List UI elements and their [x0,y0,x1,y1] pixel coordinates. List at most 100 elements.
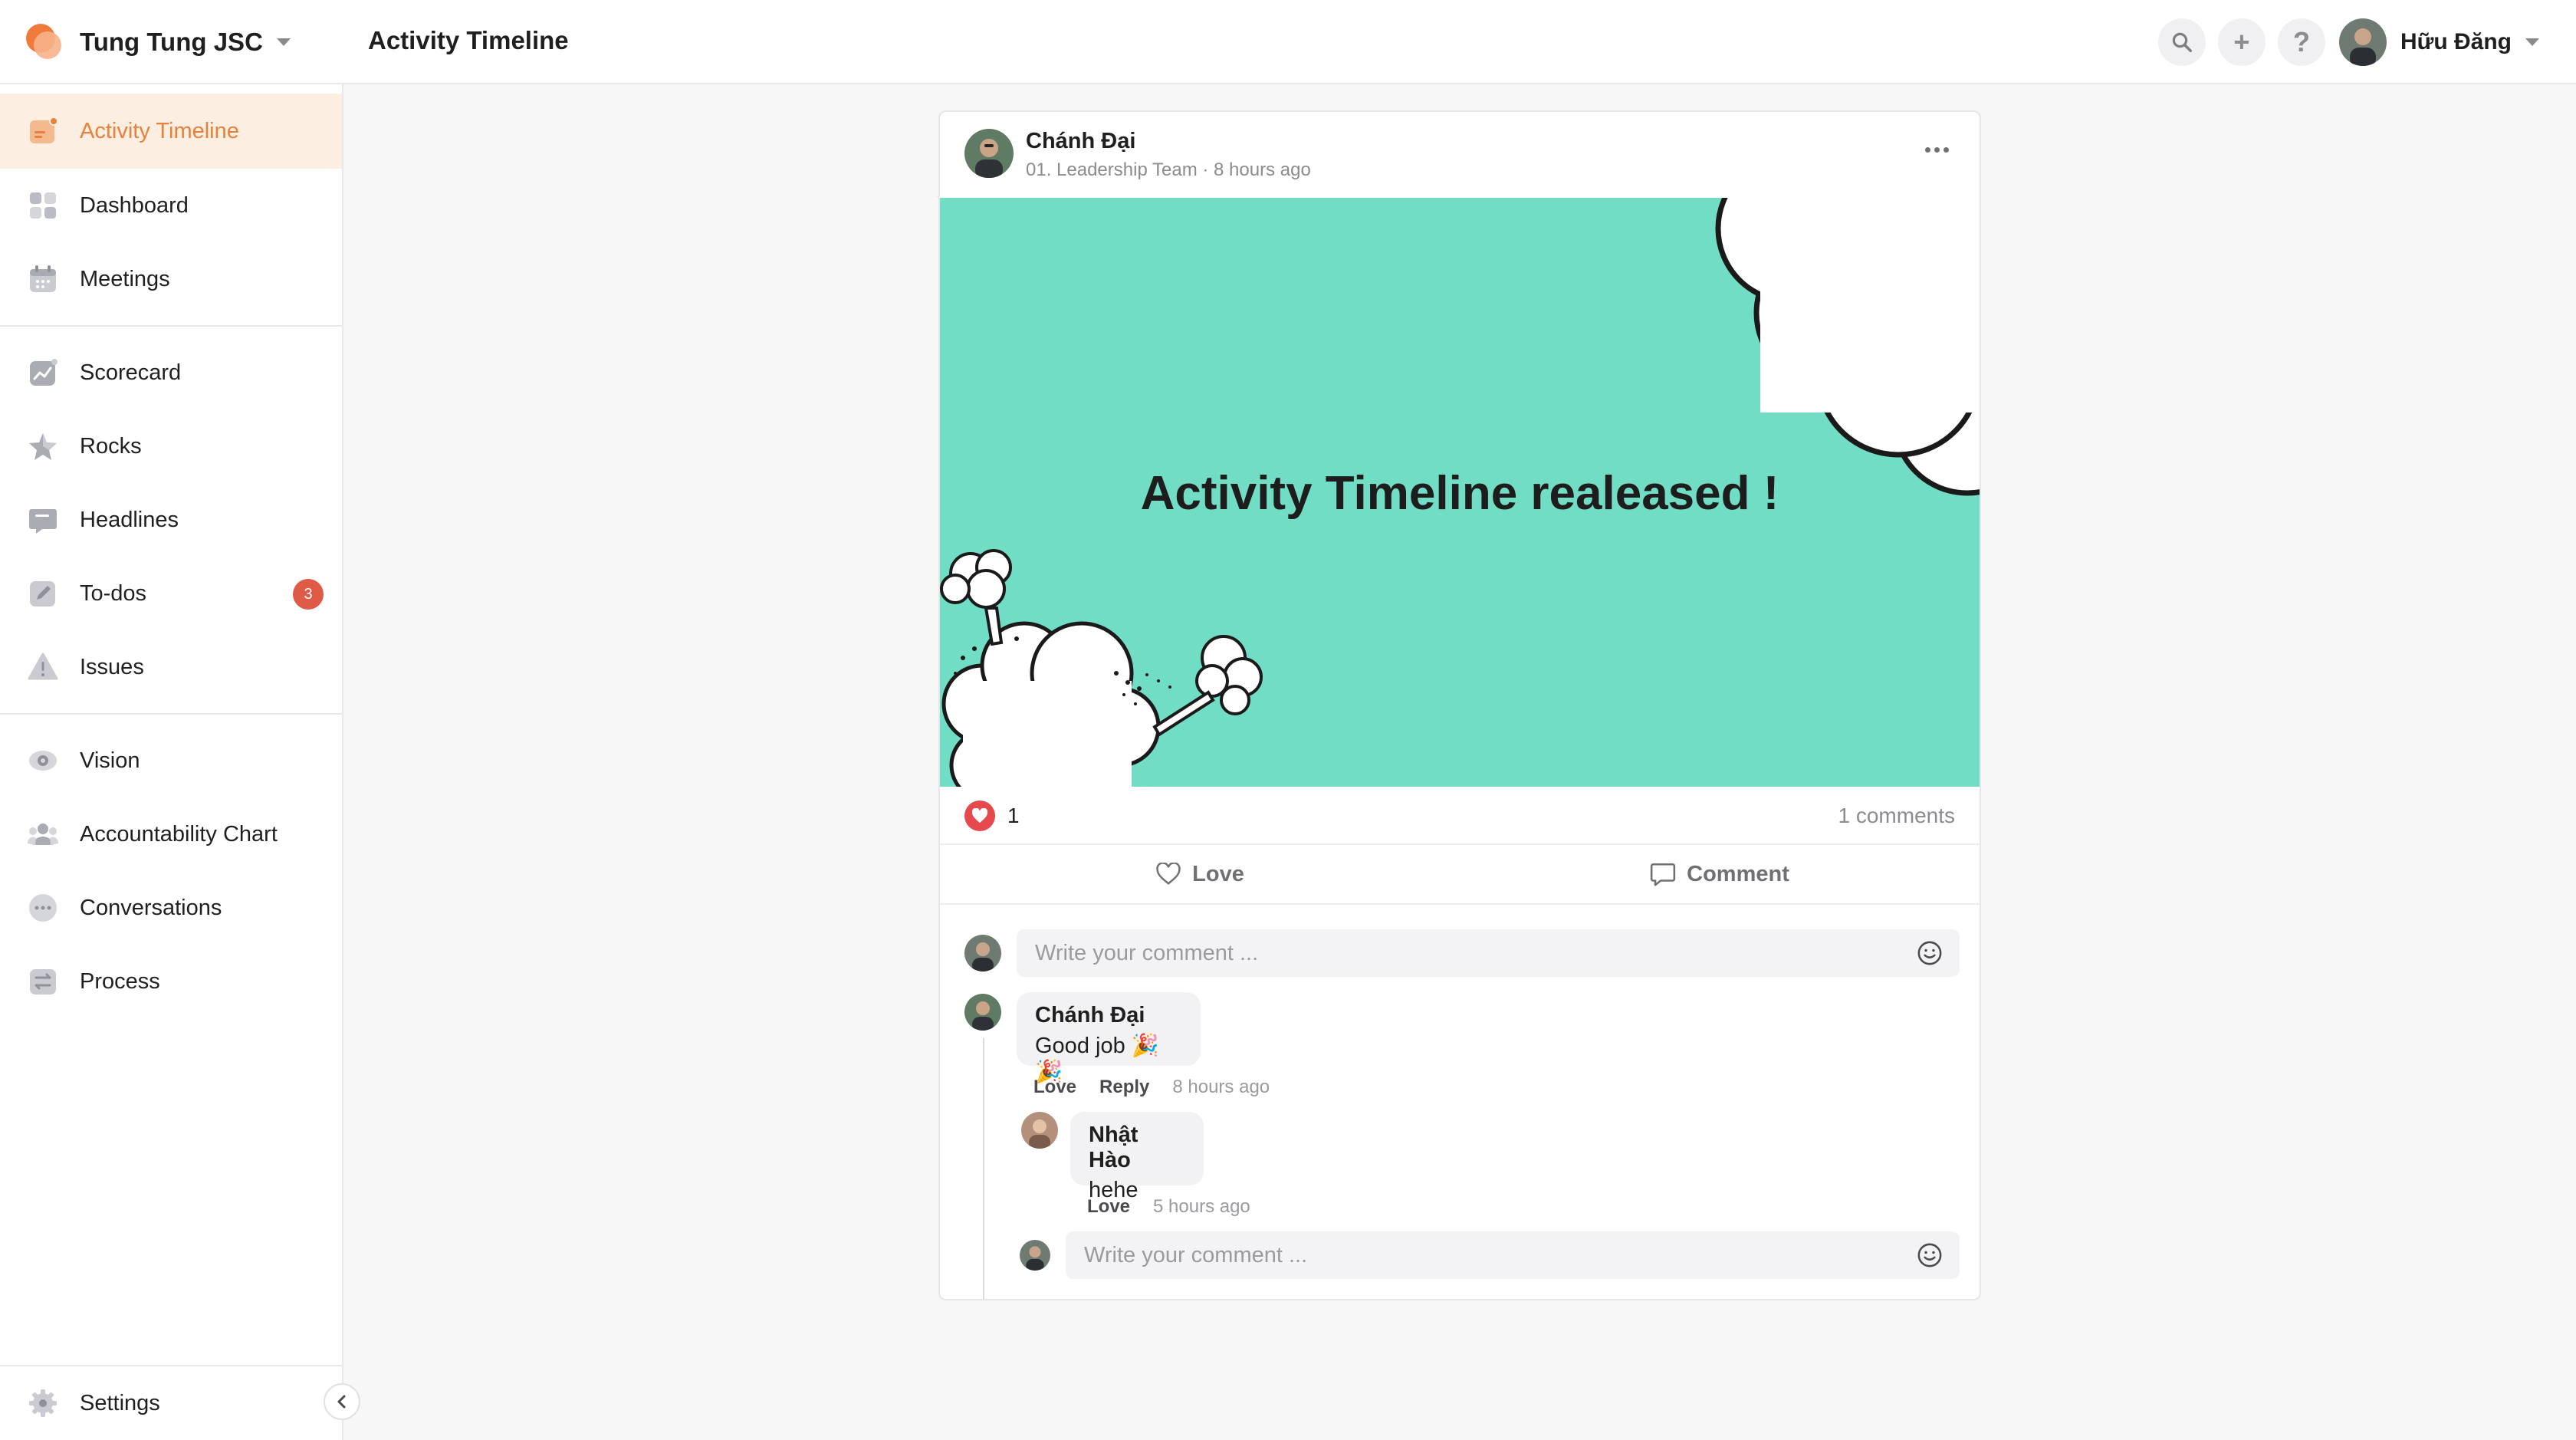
top-bar: Tung Tung JSC Activity Timeline + ? Hữu … [0,0,2576,84]
comment-input-placeholder: Write your comment ... [1035,940,1259,965]
more-options-button[interactable] [1925,147,1949,153]
reply-input-row: Write your comment ... [1020,1231,1960,1279]
sidebar-item-issues[interactable]: Issues [0,630,342,704]
post-author-name[interactable]: Chánh Đại [1026,129,1135,154]
post-header: Chánh Đại 01. Leadership Team · 8 hours … [940,112,1980,198]
company-logo [23,22,63,62]
people-icon [26,817,60,851]
sidebar-item-process[interactable]: Process [0,945,342,1018]
sidebar-item-label: Vision [80,748,140,773]
post-image-caption: Activity Timeline realeased ! [1140,467,1779,520]
comment-reply-link[interactable]: Reply [1099,1077,1149,1098]
comment-bubble: Chánh Đại Good job 🎉🎉 [1017,992,1201,1084]
heart-outline-icon [1156,863,1181,885]
sidebar-item-dashboard[interactable]: Dashboard [0,169,342,242]
sidebar-item-rocks[interactable]: Rocks [0,409,342,483]
gear-icon [26,1386,60,1420]
post-image[interactable]: Activity Timeline realeased ! [940,198,1980,787]
eye-icon [26,744,60,778]
reply-input-placeholder: Write your comment ... [1084,1242,1308,1267]
emoji-icon[interactable] [1917,940,1943,966]
help-icon: ? [2292,26,2310,58]
top-actions: + ? Hữu Đăng [2146,17,2576,67]
thread-connector [983,1038,1020,1299]
todo-count-badge: 3 [293,579,324,610]
star-icon [26,429,60,463]
sidebar-item-label: Scorecard [80,360,182,385]
comment-author[interactable]: Chánh Đại [1035,1003,1182,1028]
author-avatar[interactable] [964,129,1014,178]
current-user-avatar [964,935,1001,972]
love-count[interactable]: 1 [1007,804,1020,828]
replier-avatar[interactable] [1021,1112,1058,1149]
commenter-avatar[interactable] [964,994,1001,1031]
company-switcher[interactable]: Tung Tung JSC [23,20,291,64]
reply-input[interactable]: Write your comment ... [1066,1231,1960,1279]
plus-icon: + [2233,26,2250,58]
comment-count[interactable]: 1 comments [1838,804,1956,828]
sidebar-item-label: Dashboard [80,192,189,218]
reply-actions: Love 5 hours ago [1087,1196,1250,1218]
sidebar-item-label: To-dos [80,580,147,606]
pencil-icon [26,577,60,610]
sidebar-item-settings[interactable]: Settings [0,1365,342,1440]
chevron-down-icon [276,38,291,46]
settings-label: Settings [80,1390,160,1415]
sidebar-item-vision[interactable]: Vision [0,724,342,797]
sidebar-item-headlines[interactable]: Headlines [0,483,342,557]
reply-author[interactable]: Nhật Hào [1089,1123,1185,1173]
headline-icon [26,503,60,537]
warning-icon [26,650,60,684]
sidebar: Activity Timeline Dashboard Meetings Sco… [0,84,343,1440]
love-button[interactable]: Love [940,845,1460,903]
process-icon [26,965,60,998]
sidebar-item-meetings[interactable]: Meetings [0,242,342,316]
reply-love-link[interactable]: Love [1087,1196,1130,1218]
sidebar-item-label: Process [80,968,160,994]
new-comment-row: Write your comment ... [964,929,1960,977]
sidebar-item-todos[interactable]: To-dos 3 [0,557,342,630]
page-title: Activity Timeline [368,26,569,54]
chevron-down-icon[interactable] [2525,38,2539,46]
reply-bubble: Nhật Hào hehe [1070,1112,1204,1202]
comment-input[interactable]: Write your comment ... [1017,929,1960,977]
nav-group-1: Activity Timeline Dashboard Meetings [0,84,342,327]
nav-group-2: Scorecard Rocks Headlines To-dos 3 Issue… [0,327,342,715]
chevron-left-icon [337,1395,346,1409]
sidebar-item-label: Accountability Chart [80,821,278,847]
timeline-icon [26,114,60,148]
add-button[interactable]: + [2217,18,2266,66]
comment-button[interactable]: Comment [1460,845,1980,903]
sidebar-item-label: Conversations [80,895,222,920]
emoji-icon[interactable] [1917,1242,1943,1268]
comment-actions: Love Reply 8 hours ago [1033,1077,1270,1098]
user-avatar[interactable] [2338,18,2387,66]
sidebar-item-conversations[interactable]: Conversations [0,871,342,945]
dashboard-icon [26,189,60,222]
collapse-sidebar-button[interactable] [324,1383,360,1420]
reply-time: 5 hours ago [1153,1196,1250,1217]
sidebar-item-activity-timeline[interactable]: Activity Timeline [0,94,342,169]
sidebar-item-label: Activity Timeline [80,118,239,143]
scorecard-icon [26,356,60,390]
ellipsis-icon [1925,147,1930,153]
comment-icon [1650,863,1676,886]
company-name: Tung Tung JSC [80,28,263,56]
sidebar-item-scorecard[interactable]: Scorecard [0,336,342,409]
user-name[interactable]: Hữu Đăng [2400,29,2512,55]
heart-icon [964,801,995,831]
sidebar-item-accountability-chart[interactable]: Accountability Chart [0,797,342,871]
calendar-icon [26,262,60,296]
comment-time: 8 hours ago [1172,1077,1270,1097]
sidebar-item-label: Issues [80,654,144,679]
love-button-label: Love [1192,861,1244,886]
search-icon [2172,32,2192,52]
post-card: Chánh Đại 01. Leadership Team · 8 hours … [938,110,1981,1300]
search-button[interactable] [2157,18,2206,66]
sidebar-item-label: Meetings [80,266,170,291]
help-button[interactable]: ? [2277,18,2325,66]
comment-love-link[interactable]: Love [1033,1077,1076,1098]
post-meta: 01. Leadership Team · 8 hours ago [1026,159,1311,180]
chat-icon [26,891,60,925]
comment-button-label: Comment [1687,861,1789,886]
